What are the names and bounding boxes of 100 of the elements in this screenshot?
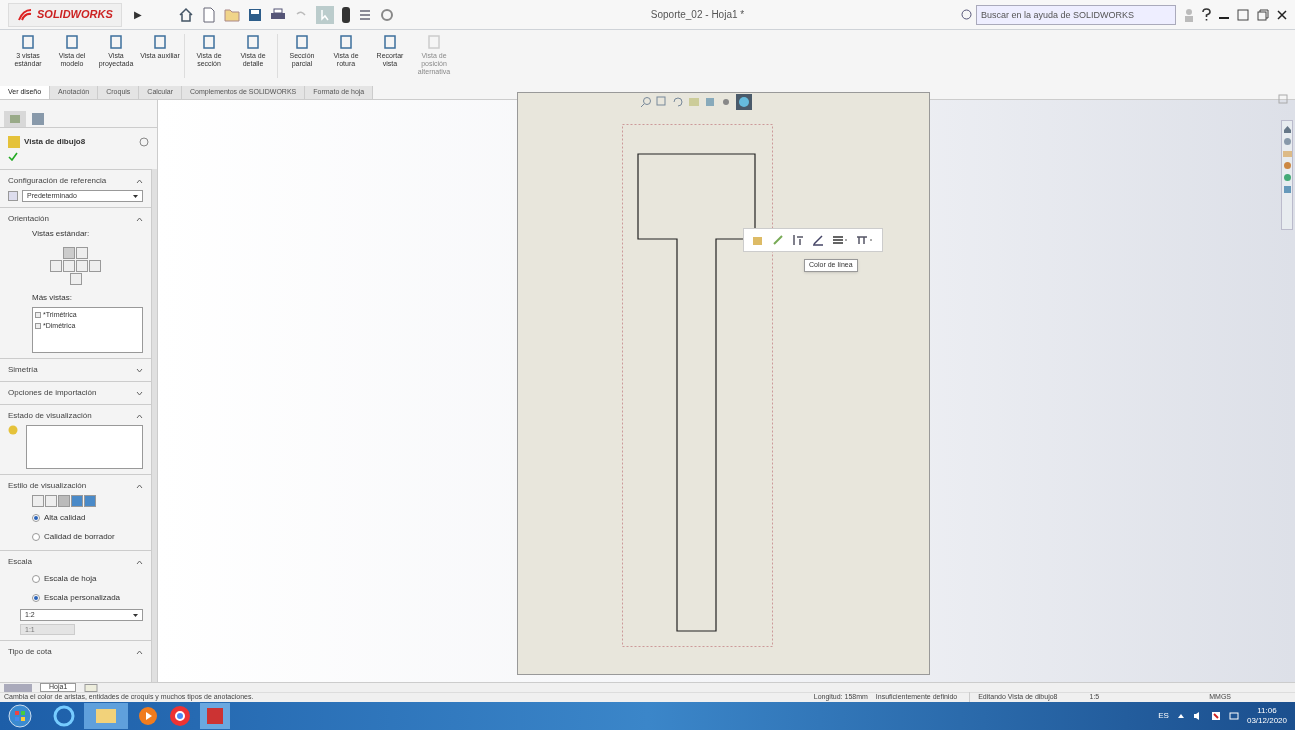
collapse-chevron-icon[interactable] [136,649,143,655]
list-icon[interactable] [357,7,372,22]
bottom-view-icon[interactable] [89,260,101,272]
collapse-chevron-icon[interactable] [136,178,143,184]
save-icon[interactable] [247,7,262,22]
folder-icon[interactable] [1282,149,1292,158]
zoom-icon[interactable] [640,96,652,108]
right-view-icon[interactable] [76,260,88,272]
checkmark-icon[interactable] [8,152,18,161]
layers-icon[interactable] [752,234,764,246]
new-document-icon[interactable] [201,6,216,23]
rotate-icon[interactable] [672,96,684,108]
tray-arrow-icon[interactable] [1176,712,1185,720]
section-title[interactable]: Simetría [8,364,38,376]
radio-button[interactable] [32,514,40,522]
rotation-view-icon[interactable] [76,247,88,259]
wireframe-icon[interactable] [32,495,44,507]
drawing-view-icon [8,136,20,148]
section-title[interactable]: Estilo de visualización [8,480,87,492]
radio-option[interactable]: Alta calidad [8,510,143,526]
zoom-area-icon[interactable] [656,96,668,108]
help-search-field[interactable]: Buscar en la ayuda de SOLIDWORKS [976,4,1176,25]
flag-icon[interactable] [1210,711,1221,721]
collapse-chevron-icon[interactable] [136,216,143,222]
field-label: Más vistas: [31,292,73,304]
scene-icon[interactable] [736,94,752,110]
expand-chevron-icon[interactable] [136,390,143,396]
drawing-view-icon [64,34,80,50]
left-view-icon[interactable] [50,260,62,272]
expand-chevron-icon[interactable] [136,367,143,373]
app-taskbar-icon[interactable] [200,703,230,729]
radio-button[interactable] [32,575,40,583]
section-title[interactable]: Estado de visualización [8,410,92,422]
section-title[interactable]: Orientación [8,213,49,225]
drawing-view-icon [426,34,442,50]
user-icon[interactable] [1184,7,1194,22]
section-title[interactable]: Escala [8,556,32,568]
collapse-chevron-icon[interactable] [136,483,143,489]
radio-button[interactable] [32,594,40,602]
drawing-view-icon [108,34,124,50]
properties-icon[interactable] [1282,185,1292,194]
drawing-view-icon [338,34,354,50]
folder-icon[interactable] [223,7,240,22]
home-icon[interactable] [177,6,194,23]
expand-arrow-icon[interactable]: ▶ [133,7,142,22]
radio-button[interactable] [32,533,40,541]
maximize-icon[interactable] [1257,8,1269,21]
layer-arrow-icon[interactable] [792,234,804,246]
folder-icon[interactable] [84,703,128,729]
top-view-icon[interactable] [63,260,75,272]
display-state-icon [8,425,18,435]
checkbox[interactable] [35,322,41,329]
app-logo[interactable]: SOLIDWORKS [8,2,122,27]
front-view-icon[interactable] [63,247,75,259]
appearance-icon[interactable] [1282,173,1292,182]
light-icon[interactable] [720,96,732,108]
collapse-chevron-icon[interactable] [136,413,143,419]
back-view-icon[interactable] [69,273,82,285]
home-icon[interactable] [1282,125,1292,134]
clock-time[interactable]: 11:06 [1257,706,1277,716]
media-player-icon[interactable] [136,704,160,728]
line-thickness-icon[interactable] [832,234,848,246]
cube-icon[interactable] [704,96,716,108]
palette-icon[interactable] [1282,161,1292,170]
sheet-nav-icon[interactable] [4,683,32,692]
dropdown-arrow-icon[interactable] [133,194,138,198]
feature-tree-tab-icon[interactable] [30,111,46,127]
pencil-icon[interactable] [772,234,784,246]
view-toolbar-icon[interactable] [1278,94,1288,104]
property-manager-tab-icon[interactable] [4,111,26,127]
browser-icon[interactable] [52,704,76,728]
radio-option[interactable]: Escala personalizada [8,590,143,606]
close-icon[interactable] [1277,9,1287,20]
hidden-lines-visible-icon[interactable] [45,495,57,507]
restore-icon[interactable] [1237,8,1249,21]
task-pane-tabs[interactable] [1281,120,1293,230]
dropdown-arrow-icon[interactable] [133,613,138,617]
section-title[interactable]: Tipo de cota [8,646,52,658]
print-icon[interactable] [269,7,286,22]
network-icon[interactable] [1228,711,1239,721]
display-states-list[interactable] [26,425,143,469]
hidden-lines-removed-icon[interactable] [58,495,70,507]
line-color-icon[interactable] [812,234,824,246]
section-title[interactable]: Configuración de referencia [8,175,107,187]
checkbox[interactable] [35,312,41,319]
select-icon[interactable] [315,5,334,24]
clock-date[interactable]: 03/12/2020 [1246,716,1287,726]
start-button-icon[interactable] [8,704,32,728]
language-indicator[interactable]: ES [1158,710,1169,722]
section-title[interactable]: Opciones de importación [8,387,97,399]
field-label: Vistas estándar: [31,228,91,240]
panel-title: Vista de dibujo8 [24,136,86,148]
drawing-view-icon [20,34,36,50]
add-sheet-icon[interactable] [84,683,99,692]
chrome-icon[interactable] [168,704,192,728]
radio-option[interactable]: Escala de hoja [8,571,143,587]
line-style-icon[interactable] [856,234,874,246]
configuration-icon[interactable] [8,191,18,201]
radio-option[interactable]: Calidad de borrador [8,529,143,545]
collapse-chevron-icon[interactable] [136,559,143,565]
